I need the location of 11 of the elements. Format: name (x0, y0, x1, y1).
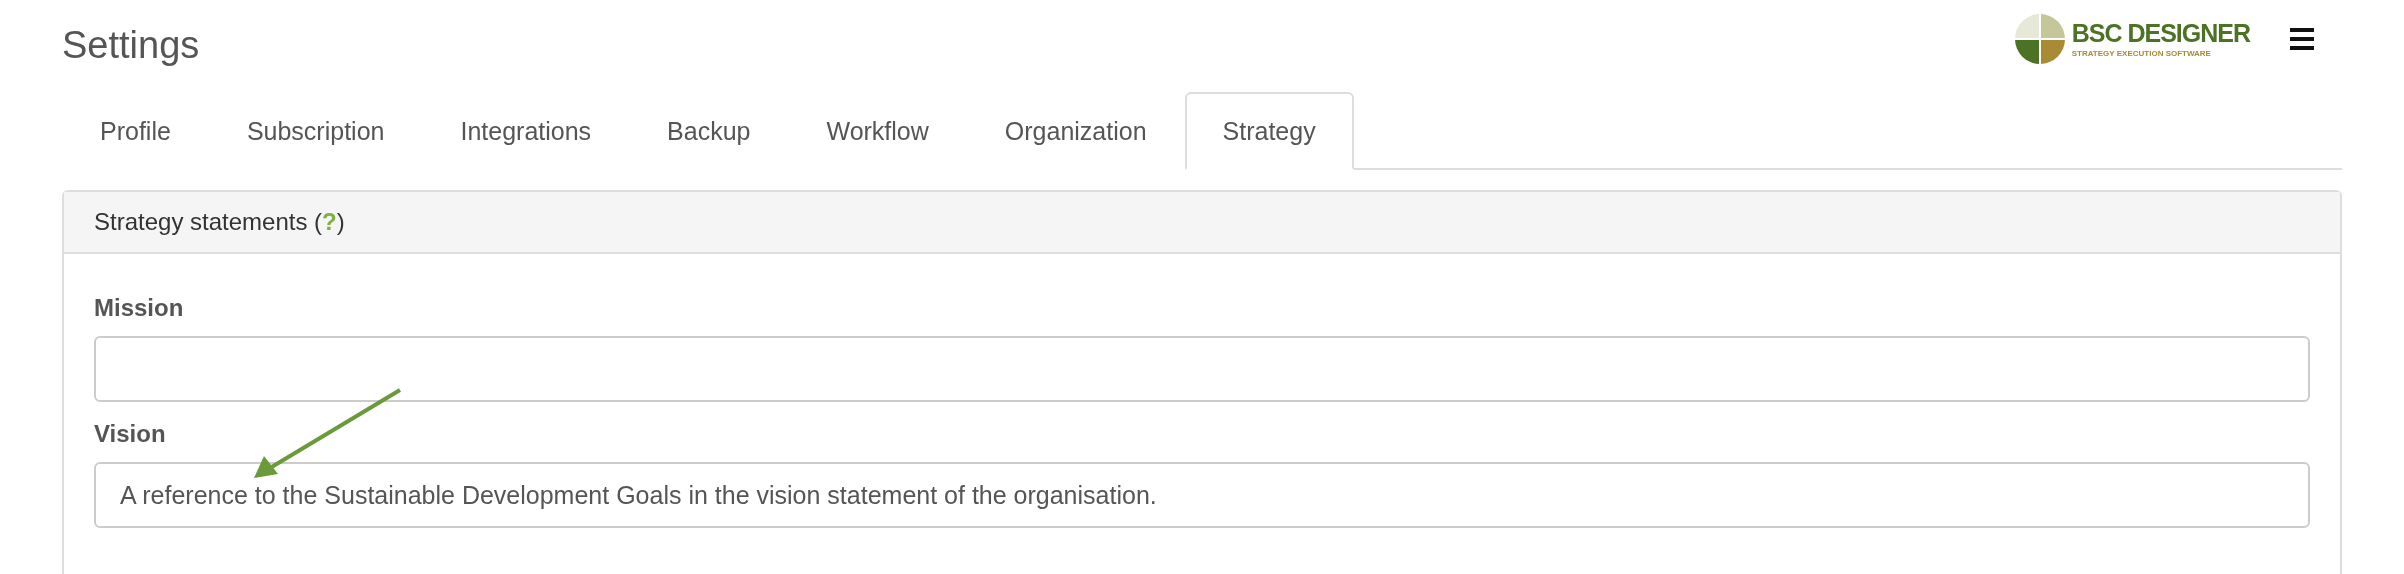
menu-icon[interactable] (2290, 28, 2314, 50)
logo-name: BSC DESIGNER (2071, 20, 2250, 46)
field-label: Vision (94, 420, 167, 448)
logo-icon (2013, 13, 2066, 65)
page-title: Settings (62, 23, 200, 67)
tab[interactable]: Strategy (1184, 92, 1354, 170)
panel-heading: Strategy statements (?) (94, 208, 345, 236)
logo-tagline: STRATEGY EXECUTION SOFTWARE (2071, 48, 2212, 58)
input-field[interactable] (94, 336, 2310, 402)
input-field[interactable]: A reference to the Sustainable Development Goals in the vision statement of the organisation. (94, 462, 2310, 528)
field-label: Mission (94, 294, 185, 322)
